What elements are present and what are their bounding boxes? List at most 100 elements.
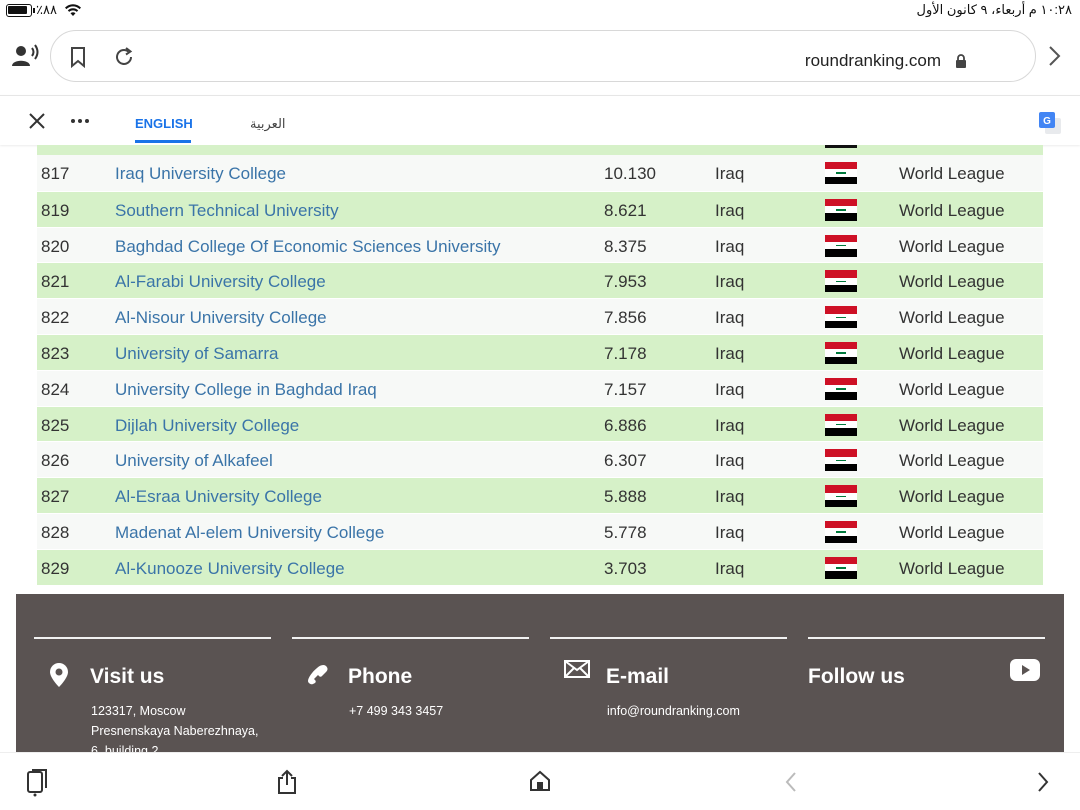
- league-cell: World League: [899, 379, 1005, 399]
- league-cell: World League: [899, 308, 1005, 328]
- location-pin-icon: [48, 662, 70, 693]
- score-cell: 7.856: [604, 308, 647, 328]
- table-row-peek: [37, 145, 1043, 155]
- home-icon[interactable]: [528, 769, 552, 793]
- table-row: 820 Baghdad College Of Economic Sciences …: [37, 226, 1043, 263]
- tab-english-underline: [135, 140, 191, 143]
- rank-cell: 826: [41, 451, 70, 471]
- iraq-flag-icon: [825, 449, 857, 472]
- country-cell: Iraq: [715, 236, 745, 256]
- league-cell: World League: [899, 522, 1005, 542]
- country-cell: Iraq: [715, 343, 745, 363]
- ranking-table: 817 Iraq University College 10.130 Iraq Worl…: [37, 145, 1043, 585]
- rank-cell: 827: [41, 487, 70, 507]
- country-cell: Iraq: [715, 308, 745, 328]
- university-link[interactable]: Al-Esraa University College: [115, 487, 322, 507]
- league-cell: World League: [899, 343, 1005, 363]
- score-cell: 6.886: [604, 415, 647, 435]
- university-link[interactable]: University College in Baghdad Iraq: [115, 380, 377, 400]
- university-link[interactable]: Southern Technical University: [115, 201, 339, 221]
- tab-english[interactable]: ENGLISH: [135, 116, 193, 131]
- university-link[interactable]: Iraq University College: [115, 164, 286, 184]
- footer-phone: Phone +7 499 343 3457: [292, 637, 529, 718]
- footer-email-address[interactable]: info@roundranking.com: [607, 701, 807, 721]
- google-translate-icon[interactable]: G: [1038, 111, 1062, 135]
- tabs-icon[interactable]: [26, 769, 48, 797]
- score-cell: 8.375: [604, 236, 647, 256]
- back-icon[interactable]: [784, 771, 798, 793]
- footer-visit: Visit us 123317, Moscow Presnenskaya Nab…: [34, 637, 271, 755]
- address-bar: roundranking.com: [0, 26, 1080, 90]
- score-cell: 5.778: [604, 522, 647, 542]
- country-cell: Iraq: [715, 164, 745, 183]
- reload-icon[interactable]: [113, 46, 135, 68]
- more-dots-icon[interactable]: [70, 118, 90, 124]
- university-link[interactable]: Al-Nisour University College: [115, 308, 327, 328]
- chevron-right-icon[interactable]: [1046, 44, 1062, 68]
- league-cell: World League: [899, 272, 1005, 292]
- rank-cell: 821: [41, 272, 70, 292]
- footer-phone-number[interactable]: +7 499 343 3457: [349, 701, 549, 721]
- table-row: 828 Madenat Al-elem University College 5.7…: [37, 512, 1043, 549]
- address-line-1: 123317, Moscow: [91, 704, 186, 718]
- url-text[interactable]: roundranking.com: [805, 51, 941, 71]
- bottom-toolbar: [0, 752, 1080, 810]
- table-row: 817 Iraq University College 10.130 Iraq Worl…: [37, 155, 1043, 191]
- footer-divider: [550, 637, 787, 639]
- score-cell: 7.953: [604, 272, 647, 292]
- league-cell: World League: [899, 487, 1005, 507]
- university-link[interactable]: Dijlah University College: [115, 416, 299, 436]
- iraq-flag-icon: [825, 485, 857, 508]
- table-row: 821 Al-Farabi University College 7.953 Iraq…: [37, 262, 1043, 299]
- university-link[interactable]: Madenat Al-elem University College: [115, 523, 384, 543]
- youtube-icon[interactable]: [1010, 659, 1040, 686]
- rank-cell: 819: [41, 200, 70, 220]
- iraq-flag-icon: [825, 162, 857, 184]
- footer-follow: Follow us: [808, 637, 1045, 688]
- league-cell: World League: [899, 415, 1005, 435]
- iraq-flag-icon: [825, 413, 857, 436]
- score-cell: 6.307: [604, 451, 647, 471]
- footer-address: 123317, Moscow Presnenskaya Naberezhnaya…: [91, 701, 291, 755]
- wifi-icon: [64, 3, 82, 22]
- footer-email-title: E-mail: [606, 665, 670, 688]
- country-cell: Iraq: [715, 487, 745, 507]
- address-pill[interactable]: roundranking.com: [50, 30, 1036, 82]
- university-link[interactable]: Baghdad College Of Economic Sciences Uni…: [115, 237, 501, 257]
- table-row: 824 University College in Baghdad Iraq 7.1…: [37, 369, 1043, 406]
- country-cell: Iraq: [715, 272, 745, 292]
- footer-visit-title: Visit us: [90, 665, 165, 688]
- country-cell: Iraq: [715, 558, 745, 578]
- country-cell: Iraq: [715, 522, 745, 542]
- country-cell: Iraq: [715, 451, 745, 471]
- forward-icon[interactable]: [1036, 771, 1050, 793]
- league-cell: World League: [899, 558, 1005, 578]
- iraq-flag-icon: [825, 341, 857, 364]
- share-icon[interactable]: [276, 769, 298, 795]
- country-cell: Iraq: [715, 379, 745, 399]
- close-icon[interactable]: [28, 112, 46, 130]
- iraq-flag-icon: [825, 377, 857, 400]
- score-cell: 8.621: [604, 200, 647, 220]
- university-link[interactable]: University of Samarra: [115, 344, 278, 364]
- rank-cell: 828: [41, 522, 70, 542]
- status-bar: ٪٨٨ ١٠:٢٨ م أربعاء، ٩ كانون الأول: [0, 0, 1080, 22]
- tab-arabic[interactable]: العربية: [250, 116, 286, 132]
- bookmark-icon[interactable]: [69, 46, 87, 68]
- score-cell: 10.130: [604, 164, 656, 183]
- footer-divider: [808, 637, 1045, 639]
- footer-divider: [34, 637, 271, 639]
- rank-cell: 817: [41, 164, 70, 183]
- speaker-person-icon[interactable]: [12, 44, 40, 68]
- score-cell: 7.178: [604, 343, 647, 363]
- university-link[interactable]: Al-Kunooze University College: [115, 559, 345, 579]
- rank-cell: 825: [41, 415, 70, 435]
- table-row: 826 University of Alkafeel 6.307 Iraq World …: [37, 441, 1043, 478]
- university-link[interactable]: Al-Farabi University College: [115, 272, 326, 292]
- university-link[interactable]: University of Alkafeel: [115, 451, 273, 471]
- country-cell: Iraq: [715, 200, 745, 220]
- league-cell: World League: [899, 236, 1005, 256]
- battery-icon: [6, 4, 35, 17]
- footer-divider: [292, 637, 529, 639]
- translate-bar: ENGLISH العربية G: [0, 95, 1080, 145]
